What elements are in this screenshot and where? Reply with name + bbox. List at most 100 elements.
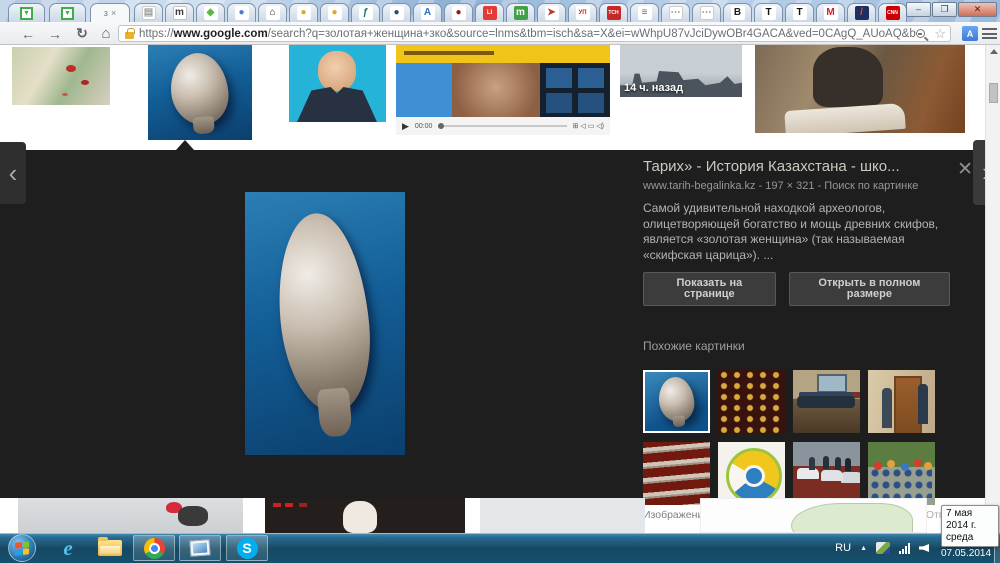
thumbnail-light-sky-image[interactable] (480, 498, 645, 533)
skype-taskbar-button[interactable]: S (226, 535, 268, 561)
show-on-page-button[interactable]: Показать на странице (643, 272, 776, 306)
navy-slash-favicon: / (855, 6, 869, 20)
video-controls[interactable]: ▶ 00:00 ⊞ ◁ ▭ ◁) (396, 117, 610, 135)
zoom-level-icon[interactable] (916, 29, 925, 38)
pinned-tab[interactable]: ⋯ (692, 3, 721, 22)
minimize-button[interactable]: – (906, 2, 931, 17)
address-bar[interactable]: https://www.google.com/search?q=золотая+… (118, 25, 951, 42)
previous-image-button[interactable]: ‹ (0, 142, 26, 204)
pinned-tab[interactable]: T (754, 3, 783, 22)
network-signal-icon[interactable] (899, 543, 910, 554)
clock-date: 07.05.2014 (941, 548, 991, 559)
pinned-tab[interactable]: ● (320, 3, 349, 22)
pinned-tab[interactable]: B (723, 3, 752, 22)
thumbnail-man-portrait[interactable] (289, 45, 386, 122)
pinned-tab[interactable]: ≡ (630, 3, 659, 22)
pinned-tab[interactable]: ⋯ (661, 3, 690, 22)
play-icon[interactable]: ▶ (402, 121, 409, 132)
pinned-tab[interactable]: ● (289, 3, 318, 22)
start-button[interactable] (8, 534, 36, 562)
tab-close-icon[interactable]: × (111, 9, 116, 18)
video-extra-icons[interactable]: ⊞ ◁ ▭ ◁) (573, 122, 604, 130)
video-time: 00:00 (415, 123, 433, 130)
translate-icon[interactable]: A (962, 26, 978, 41)
result-title-link[interactable]: Тарих» - История Казахстана - шко... (643, 158, 950, 175)
related-image-police-cars[interactable] (793, 442, 860, 505)
pinned-tab[interactable]: ▤ (134, 3, 163, 22)
scrollbar-up-arrow[interactable] (990, 49, 998, 54)
browser-tab[interactable]: ▼ (49, 3, 86, 22)
text-favicon: ⋯ (669, 6, 683, 20)
related-image-people-at-door[interactable] (868, 370, 935, 433)
bookmark-star-icon[interactable]: ☆ (934, 27, 946, 40)
green-diamond-favicon: ◆ (204, 6, 218, 20)
photo-viewer-icon (189, 539, 210, 556)
language-indicator[interactable]: RU (835, 542, 851, 554)
pinned-tab[interactable]: M (816, 3, 845, 22)
open-full-size-button[interactable]: Открыть в полном размере (789, 272, 950, 306)
preview-image-silver-head[interactable] (245, 192, 405, 455)
related-image-metal-bracelets[interactable] (643, 442, 710, 505)
red-m-favicon: M (824, 6, 838, 20)
menu-icon[interactable] (982, 28, 997, 39)
active-tab-favicon: з (104, 8, 108, 18)
tsn-favicon: ТСН (607, 6, 621, 20)
pinned-tab[interactable]: УП (568, 3, 597, 22)
related-image-gold-artifacts[interactable] (718, 370, 785, 433)
thumbnail-video-player[interactable]: ▶ 00:00 ⊞ ◁ ▭ ◁) (396, 45, 610, 135)
thumbnail-region-map[interactable] (700, 498, 927, 533)
pinned-tab[interactable]: ⌂ (258, 3, 287, 22)
scrollbar-thumb[interactable] (989, 83, 998, 103)
serif-t-favicon: T (762, 6, 776, 20)
pinned-tab[interactable]: ТСН (599, 3, 628, 22)
chrome-taskbar-button[interactable] (133, 535, 175, 561)
lock-icon[interactable] (125, 32, 134, 39)
pinned-tab[interactable]: ◆ (196, 3, 225, 22)
pinned-tab[interactable]: ● (444, 3, 473, 22)
pinned-tab[interactable]: m (165, 3, 194, 22)
date-tooltip: 7 мая 2014 г. среда (941, 505, 999, 547)
reload-button[interactable]: ↻ (72, 25, 92, 42)
pinned-tab[interactable]: T (785, 3, 814, 22)
thumbnail-silver-head-selected[interactable] (148, 45, 252, 140)
pinned-tab[interactable]: LI (475, 3, 504, 22)
forward-button[interactable]: → (45, 25, 65, 42)
internet-explorer-icon[interactable]: e (53, 535, 83, 561)
photo-viewer-taskbar-button[interactable] (179, 535, 221, 561)
tray-app-icon[interactable] (876, 542, 890, 554)
tray-expand-icon[interactable]: ▲ (860, 545, 867, 552)
thumbnail-man-at-desk[interactable] (755, 45, 965, 133)
close-button[interactable]: ✕ (958, 2, 997, 17)
thumbnail-hands-with-money[interactable] (12, 47, 110, 105)
pinned-tab[interactable]: ● (382, 3, 411, 22)
page-scrollbar[interactable] (985, 45, 1000, 533)
related-image-silver-head-sculpture[interactable] (643, 370, 710, 433)
li-red-favicon: LI (483, 6, 497, 20)
pinned-tab[interactable]: ➤ (537, 3, 566, 22)
active-tab-google-images[interactable]: з × (90, 3, 130, 22)
home-button[interactable]: ⌂ (96, 25, 116, 42)
thumbnail-person-in-white-headscarf[interactable] (265, 498, 465, 533)
volume-icon[interactable] (919, 544, 929, 552)
video-progress-bar[interactable] (438, 125, 566, 127)
browser-tab[interactable]: ▼ (8, 3, 45, 22)
thumbnail-person-with-red-beret[interactable] (18, 498, 243, 533)
close-preview-icon[interactable]: ✕ (957, 160, 973, 179)
related-image-round-emblem[interactable] (718, 442, 785, 505)
file-explorer-icon[interactable] (93, 535, 127, 561)
pinned-tab[interactable]: CNN (878, 3, 907, 22)
thumbnail-city-skyline[interactable]: 14 ч. назад (620, 45, 742, 97)
red-dot-favicon: ● (452, 6, 466, 20)
related-image-crowd-in-blue[interactable] (868, 442, 935, 505)
browser-toolbar: ← → ↻ ⌂ https://www.google.com/search?q=… (0, 22, 1000, 45)
pinned-tab[interactable]: A (413, 3, 442, 22)
maximize-button[interactable]: ❐ (932, 2, 957, 17)
list-lines-favicon: ≡ (638, 6, 652, 20)
pinned-tab[interactable]: ● (227, 3, 256, 22)
related-image-press-conference[interactable] (793, 370, 860, 433)
pinned-tab[interactable]: m (506, 3, 535, 22)
skype-icon: S (237, 538, 258, 559)
back-button[interactable]: ← (18, 25, 38, 42)
pinned-tab[interactable]: ƒ (351, 3, 380, 22)
pinned-tab[interactable]: / (847, 3, 876, 22)
